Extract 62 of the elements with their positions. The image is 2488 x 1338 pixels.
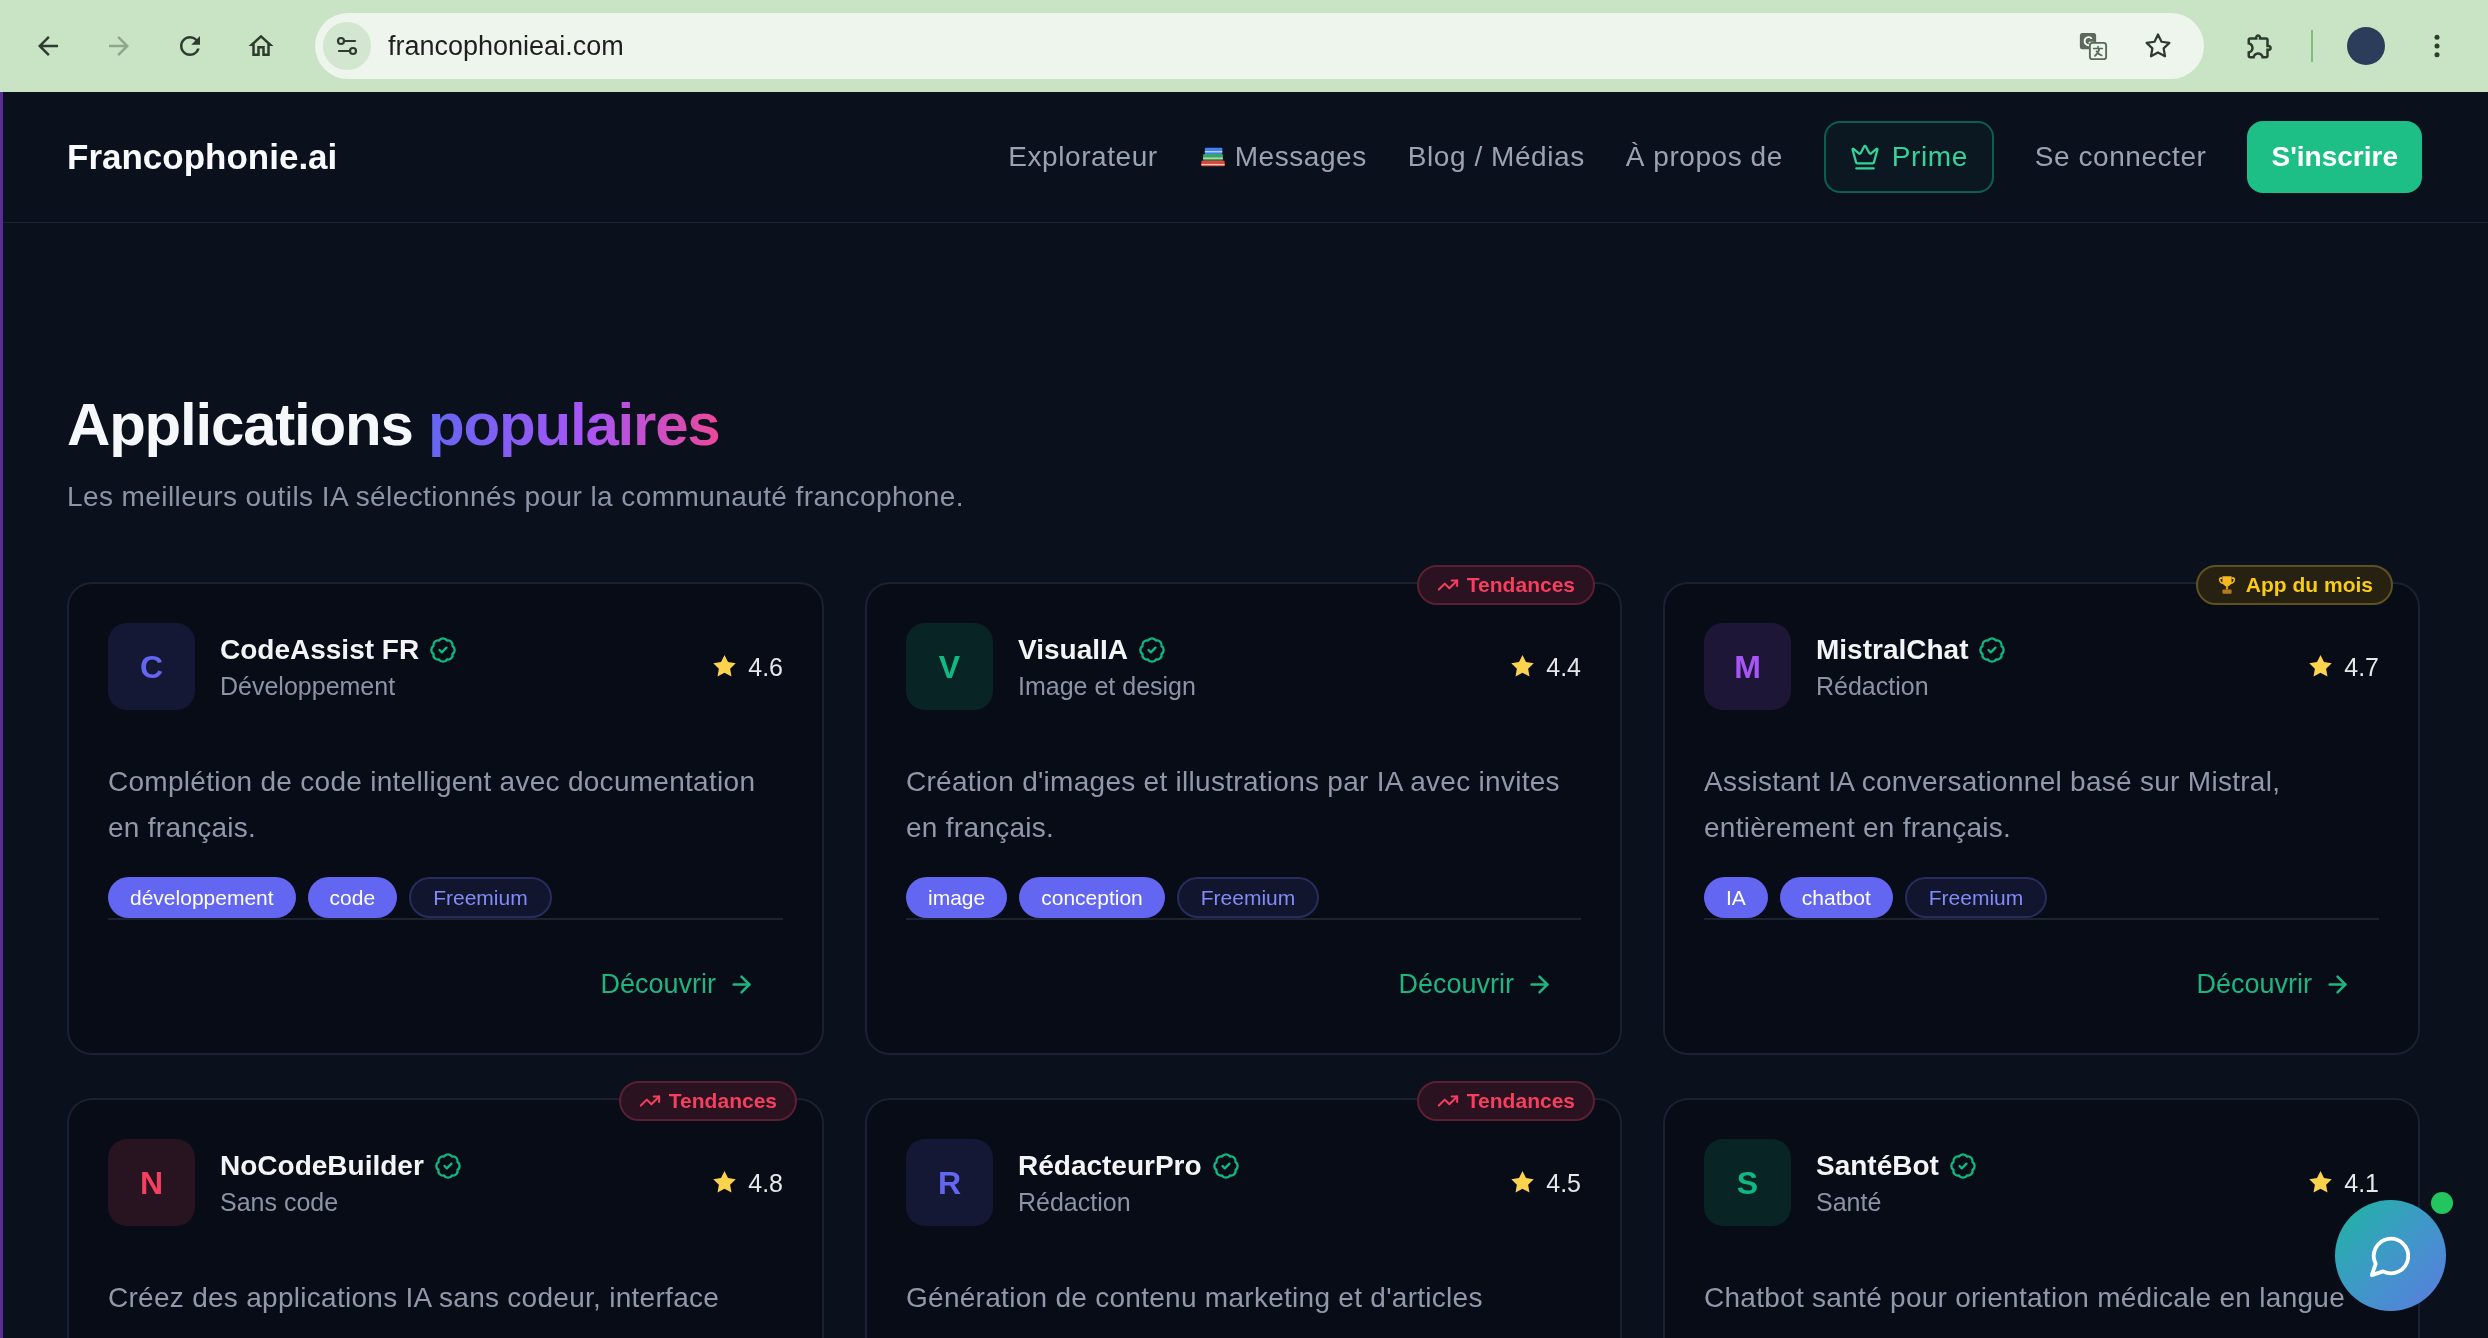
rating-value: 4.7 [2344, 651, 2379, 682]
nav-link[interactable]: À propos de [1625, 136, 1783, 178]
app-category: Rédaction [1816, 670, 1929, 702]
app-name: MistralChat [1816, 632, 1969, 667]
app-name: SantéBot [1816, 1148, 1939, 1183]
premium-button[interactable]: Prime [1823, 121, 1994, 193]
app-description: Génération de contenu marketing et d'articles [906, 1281, 1484, 1315]
extensions-puzzle-icon[interactable] [2245, 31, 2275, 61]
app-description: Création d'images et illustrations par IA avec invites en français. [906, 765, 1561, 845]
app-category: Image et design [1018, 670, 1196, 702]
app-name: NoCodeBuilder [220, 1148, 424, 1183]
badge-label: App du mois [2245, 572, 2373, 599]
rating-value: 4.5 [1546, 1167, 1581, 1198]
nav-link[interactable]: Blog / Médias [1407, 136, 1585, 178]
badge-label: Tendances [1466, 572, 1575, 599]
badge-label: Tendances [1466, 1088, 1575, 1115]
site-settings-icon[interactable] [323, 22, 371, 70]
app-description: Complétion de code intelligent avec documentation en français. [108, 765, 757, 845]
section-subtitle: Les meilleurs outils IA sélectionnés pour la communauté francophone. [67, 480, 965, 514]
pricing-tag: Freemium [1176, 877, 1320, 918]
translate-icon[interactable] [2078, 31, 2108, 61]
app-initial: R [937, 1166, 962, 1199]
address-bar[interactable]: francophonieai.com [315, 13, 2204, 79]
site-logo[interactable]: Francophonie.ai [67, 130, 338, 184]
nav-link[interactable]: Explorateur [1008, 136, 1158, 178]
app-category: Rédaction [1018, 1186, 1131, 1218]
rating-value: 4.1 [2344, 1167, 2379, 1198]
crown-icon [1849, 142, 1880, 172]
topic-tag: chatbot [1779, 877, 1893, 918]
topic-tag: développement [108, 877, 296, 918]
pricing-tag: Freemium [409, 877, 552, 918]
app-name: RédacteurPro [1018, 1148, 1202, 1183]
discover-link[interactable]: Découvrir [2196, 964, 2351, 1004]
app-name: VisualIA [1018, 632, 1128, 667]
badge-label: Tendances [668, 1088, 777, 1115]
app-description: Créez des applications IA sans codeur, interface [108, 1281, 721, 1315]
app-description: Chatbot santé pour orientation médicale en langue [1704, 1281, 2347, 1315]
topic-tag: conception [1019, 877, 1165, 918]
app-initial: S [1736, 1166, 1759, 1199]
pricing-tag: Freemium [1904, 877, 2048, 918]
nav-link[interactable]: Messages [1198, 136, 1367, 178]
url-text[interactable]: francophonieai.com [388, 25, 624, 67]
topic-tag: image [906, 877, 1008, 918]
app-initial: N [139, 1166, 164, 1199]
section-heading: Applications populaires [67, 390, 720, 460]
discover-link[interactable]: Découvrir [600, 964, 755, 1004]
nav-link[interactable]: Se connecter [2034, 136, 2207, 178]
app-name: CodeAssist FR [220, 632, 420, 667]
discover-link[interactable]: Découvrir [1398, 964, 1553, 1004]
profile-avatar[interactable] [2347, 27, 2385, 65]
app-category: Sans code [220, 1186, 339, 1218]
rating-value: 4.6 [748, 651, 783, 682]
topic-tag: IA [1704, 877, 1768, 918]
app-initial: V [938, 650, 961, 683]
topic-tag: code [307, 877, 398, 918]
app-category: Développement [220, 670, 396, 702]
app-category: Santé [1816, 1186, 1882, 1218]
app-initial: C [139, 650, 164, 683]
rating-value: 4.4 [1546, 651, 1581, 682]
app-initial: M [1734, 650, 1761, 683]
rating-value: 4.8 [748, 1167, 783, 1198]
app-description: Assistant IA conversationnel basé sur Mistral, entièrement en français. [1704, 765, 2282, 845]
